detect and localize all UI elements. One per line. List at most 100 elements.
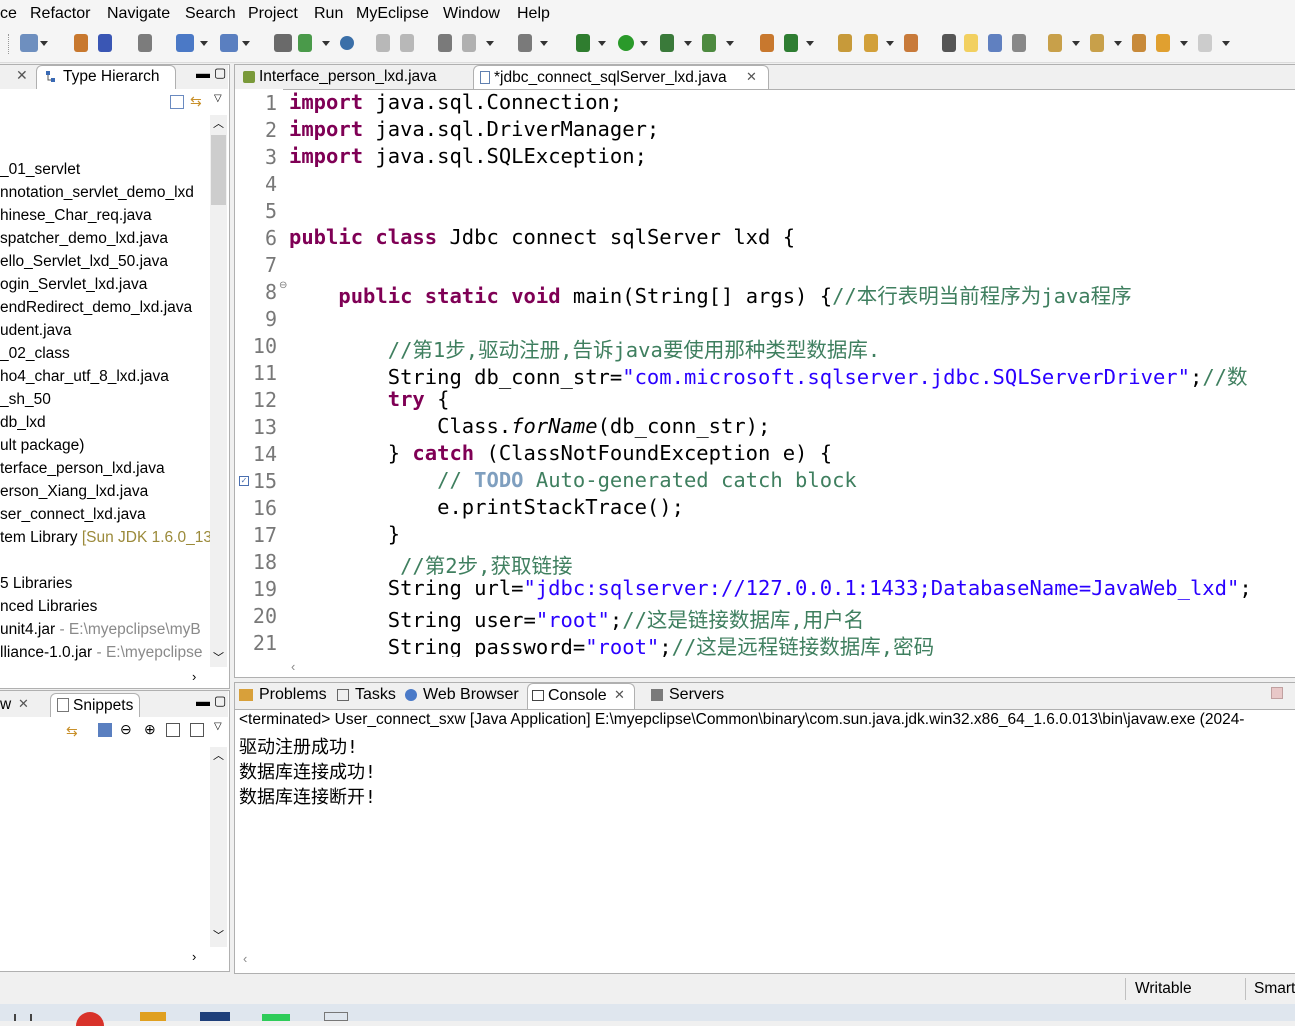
code-line[interactable]: import java.sql.DriverManager;	[289, 117, 659, 141]
chevron-down-icon[interactable]	[684, 41, 692, 46]
code-line[interactable]: //第1步,驱动注册,告诉java要使用那种类型数据库.	[289, 333, 880, 363]
code-line[interactable]: // TODO Auto-generated catch block	[289, 468, 857, 492]
chevron-down-icon[interactable]	[806, 41, 814, 46]
tree-item[interactable]: ult package)	[0, 437, 84, 455]
window-icon[interactable]	[274, 34, 292, 52]
maximize-icon[interactable]: ▢	[214, 65, 226, 81]
menu-run[interactable]: Run	[314, 5, 343, 23]
close-icon[interactable]: ✕	[16, 67, 28, 84]
code-area[interactable]: import java.sql.Connection; import java.s…	[235, 89, 1295, 657]
tree-item[interactable]: erson_Xiang_lxd.java	[0, 483, 148, 501]
chevron-down-icon[interactable]	[598, 41, 606, 46]
tree-item[interactable]: lliance-1.0.jar - E:\myepclipse	[0, 644, 202, 662]
tab-label[interactable]: w	[0, 696, 11, 714]
close-icon[interactable]: ✕	[746, 69, 757, 85]
code-line[interactable]: } catch (ClassNotFoundException e) {	[289, 441, 832, 465]
scroll-down-icon[interactable]: ﹀	[213, 927, 224, 943]
menu-help[interactable]: Help	[517, 5, 550, 23]
menu-source[interactable]: ce	[0, 5, 17, 23]
collapse-all-icon[interactable]	[170, 95, 184, 109]
fit-icon[interactable]	[190, 723, 204, 737]
scroll-up-icon[interactable]: ︿	[213, 115, 224, 131]
new-icon[interactable]	[20, 34, 38, 52]
close-icon[interactable]: ✕	[614, 687, 625, 703]
search-file-icon[interactable]	[904, 34, 918, 52]
chevron-down-icon[interactable]	[242, 41, 250, 46]
run-external-icon[interactable]	[660, 34, 674, 52]
tree-item[interactable]: terface_person_lxd.java	[0, 460, 165, 478]
app-icon[interactable]	[262, 1014, 290, 1021]
whitespace-icon[interactable]	[1012, 34, 1026, 52]
chevron-down-icon[interactable]	[540, 41, 548, 46]
menu-window[interactable]: Window	[443, 5, 500, 23]
chevron-down-icon[interactable]	[322, 41, 330, 46]
toggle-mark-icon[interactable]	[942, 34, 956, 52]
folder-icon[interactable]	[140, 1012, 166, 1021]
tab-snippets[interactable]: Snippets	[50, 693, 140, 717]
code-line[interactable]: String db_conn_str="com.microsoft.sqlser…	[289, 360, 1248, 390]
view-menu-icon[interactable]: ▽	[214, 721, 222, 732]
code-line[interactable]: }	[289, 522, 400, 546]
scroll-up-icon[interactable]: ︿	[213, 747, 224, 763]
chevron-down-icon[interactable]	[486, 41, 494, 46]
new-class-icon[interactable]	[784, 34, 798, 52]
vertical-scrollbar[interactable]: ︿ ﹀	[210, 115, 227, 667]
task-marker-icon[interactable]: ✓	[239, 476, 249, 486]
close-icon[interactable]: ✕	[18, 696, 29, 712]
chevron-down-icon[interactable]	[1114, 41, 1122, 46]
tab-console[interactable]: Console ✕	[527, 683, 635, 709]
chevron-down-icon[interactable]	[1222, 41, 1230, 46]
tab-interface-person[interactable]: Interface_person_lxd.java	[239, 65, 471, 89]
code-line[interactable]: String password="root";//这是远程链接数据库,密码	[289, 630, 934, 657]
bundle-icon[interactable]	[98, 34, 112, 52]
zoom-out-icon[interactable]: ⊖	[120, 721, 132, 738]
highlight-icon[interactable]	[964, 34, 978, 52]
menu-navigate[interactable]: Navigate	[107, 5, 170, 23]
code-line[interactable]: String user="root";//这是链接数据库,用户名	[289, 603, 865, 633]
print-icon[interactable]	[138, 34, 152, 52]
link-editor-icon[interactable]: ⇆	[190, 93, 202, 110]
code-line[interactable]: public static void main(String[] args) {…	[289, 279, 1131, 309]
menu-refactor[interactable]: Refactor	[30, 5, 90, 23]
link-icon[interactable]: ⇆	[66, 723, 78, 740]
eclipse-icon[interactable]	[200, 1012, 230, 1021]
code-line[interactable]: //第2步,获取链接	[289, 549, 572, 579]
tree-item[interactable]: spatcher_demo_lxd.java	[0, 230, 168, 248]
view-menu-icon[interactable]: ▽	[214, 93, 222, 104]
code-line[interactable]: e.printStackTrace();	[289, 495, 684, 519]
open-type-icon[interactable]	[298, 34, 312, 52]
tree-item[interactable]: ogin_Servlet_lxd.java	[0, 276, 147, 294]
tree-item[interactable]: unit4.jar - E:\myepclipse\myB	[0, 621, 201, 639]
menu-myeclipse[interactable]: MyEclipse	[356, 5, 429, 23]
tree-item[interactable]: endRedirect_demo_lxd.java	[0, 299, 192, 317]
scroll-right-icon[interactable]: ›	[192, 669, 196, 684]
code-line[interactable]: public class Jdbc connect sqlServer lxd …	[289, 225, 795, 249]
camera-icon[interactable]	[518, 34, 532, 52]
scroll-down-icon[interactable]: ﹀	[213, 649, 224, 665]
block-select-icon[interactable]	[988, 34, 1002, 52]
code-line[interactable]: String url="jdbc:sqlserver://127.0.0.1:1…	[289, 576, 1252, 600]
new-package-icon[interactable]	[760, 34, 774, 52]
package-icon[interactable]	[74, 34, 88, 52]
taskbar-icon[interactable]	[30, 1014, 32, 1021]
tab-type-hierarchy[interactable]: Type Hierarch	[36, 65, 176, 89]
tree-item[interactable]: udent.java	[0, 322, 72, 340]
tree-item[interactable]: 5 Libraries	[0, 575, 72, 593]
chevron-down-icon[interactable]	[886, 41, 894, 46]
vertical-scrollbar[interactable]: ︿ ﹀	[210, 747, 227, 947]
server-icon[interactable]	[220, 34, 238, 52]
debug-icon[interactable]	[576, 34, 590, 52]
chevron-down-icon[interactable]	[200, 41, 208, 46]
maximize-icon[interactable]: ▢	[214, 693, 226, 709]
tree-item[interactable]: ser_connect_lxd.java	[0, 506, 146, 524]
tree-item[interactable]: ho4_char_utf_8_lxd.java	[0, 368, 169, 386]
tree-item[interactable]: hinese_Char_req.java	[0, 207, 152, 225]
run-icon[interactable]	[618, 35, 634, 51]
code-line[interactable]: Class.forName(db_conn_str);	[289, 414, 770, 438]
minimize-icon[interactable]: ▬	[196, 65, 210, 81]
chevron-down-icon[interactable]	[640, 41, 648, 46]
tree-item[interactable]: db_lxd	[0, 414, 46, 432]
minimize-icon[interactable]: ▬	[196, 693, 210, 709]
tree-item[interactable]: nnotation_servlet_demo_lxd	[0, 184, 194, 202]
menu-search[interactable]: Search	[185, 5, 236, 23]
